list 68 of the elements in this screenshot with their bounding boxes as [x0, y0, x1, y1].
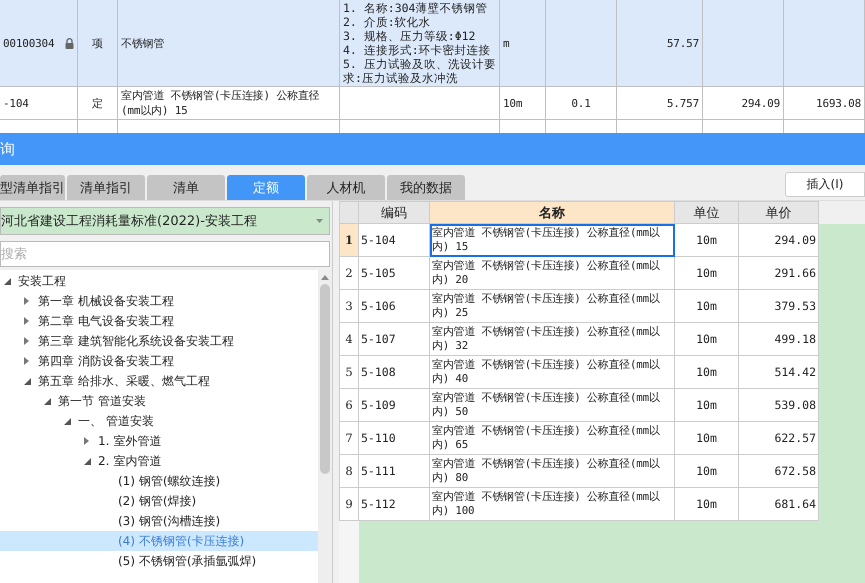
tab[interactable]: 我的数据	[387, 175, 465, 200]
column-header[interactable]: 名称	[430, 201, 675, 224]
row-number[interactable]: 6	[339, 389, 359, 422]
tree-item[interactable]: 第五章 给排水、采暖、燃气工程	[0, 371, 318, 391]
table-cell: 室内管道 不锈钢管(卡压连接) 公称直径(mm以内) 15	[430, 224, 675, 257]
tree-item[interactable]: (5) 不锈钢管(承插氩弧焊)	[0, 551, 318, 571]
column-header[interactable]: 编码	[359, 201, 430, 224]
row-number[interactable]: 8	[339, 455, 359, 488]
tree-item[interactable]: 第二章 电气设备安装工程	[0, 311, 318, 331]
table-cell: -104	[0, 87, 78, 120]
tree-item[interactable]: 第一章 机械设备安装工程	[0, 291, 318, 311]
table-cell: 1. 名称:304薄壁不锈钢管 2. 介质:软化水 3. 规格、压力等级:Φ12 4. 连接形式:环卡密封连接 5. 压力试验及吹、洗设计要求:压力试验及水冲洗	[340, 0, 500, 87]
scrollbar[interactable]	[318, 270, 332, 583]
tab[interactable]: 清单指引	[67, 175, 145, 200]
collapsed-arrow-icon[interactable]	[24, 357, 29, 365]
dropdown-caret-icon[interactable]	[316, 219, 323, 223]
row-number[interactable]: 2	[339, 257, 359, 290]
table-cell: 681.64	[739, 488, 819, 521]
tree-item[interactable]: (1) 钢管(螺纹连接)	[0, 471, 318, 491]
collapsed-arrow-icon[interactable]	[24, 297, 29, 305]
expanded-arrow-icon[interactable]	[4, 278, 11, 284]
table-cell: 5-112	[359, 488, 430, 521]
search-field[interactable]: 搜索	[0, 241, 330, 267]
row-number[interactable]: 9	[339, 488, 359, 521]
tree-item[interactable]: (3) 钢管(沟槽连接)	[0, 511, 318, 531]
table-cell: 1693.08	[784, 87, 865, 120]
table-cell: 57.57	[617, 0, 703, 87]
row-number[interactable]: 1	[339, 224, 359, 257]
collapsed-arrow-icon[interactable]	[24, 337, 29, 345]
expanded-arrow-icon[interactable]	[64, 418, 71, 424]
tree-item[interactable]: 1. 室外管道	[0, 431, 318, 451]
tree-item[interactable]: 2. 室内管道	[0, 451, 318, 471]
scroll-up-arrow-icon[interactable]	[321, 275, 329, 280]
table-cell: 5.757	[617, 87, 703, 120]
tree-item[interactable]: 第三章 建筑智能化系统设备安装工程	[0, 331, 318, 351]
row-number[interactable]: 7	[339, 422, 359, 455]
tab[interactable]: 清单	[147, 175, 225, 200]
tree-item[interactable]: 一、 管道安装	[0, 411, 318, 431]
expanded-arrow-icon[interactable]	[44, 398, 51, 404]
table-cell: 10m	[675, 488, 739, 521]
table-cell: 不锈钢管	[118, 0, 340, 87]
library-dropdown[interactable]: 河北省建设工程消耗量标准(2022)-安装工程	[0, 207, 330, 235]
dialog-title-bar: 询	[0, 133, 865, 165]
table-cell: 项	[78, 0, 118, 87]
column-header[interactable]: 单位	[675, 201, 739, 224]
row-number[interactable]: 3	[339, 290, 359, 323]
table-cell: 室内管道 不锈钢管(卡压连接) 公称直径(mm以内) 15	[118, 87, 340, 120]
table-cell: 定	[78, 87, 118, 120]
table-cell: m	[500, 0, 546, 87]
table-cell: 00100304	[0, 0, 78, 87]
collapsed-arrow-icon[interactable]	[84, 437, 89, 445]
tab[interactable]: 人材机	[307, 175, 385, 200]
tree-item[interactable]: (2) 钢管(焊接)	[0, 491, 318, 511]
expanded-arrow-icon[interactable]	[24, 378, 31, 384]
table-cell: 室内管道 不锈钢管(卡压连接) 公称直径(mm以内) 100	[430, 488, 675, 521]
table-cell: 10m	[500, 87, 546, 120]
table-cell: 294.09	[703, 87, 784, 120]
tree-item[interactable]: 安装工程	[0, 271, 318, 291]
table-cell: 0.1	[546, 87, 617, 120]
insert-button[interactable]: 插入(I)	[785, 172, 865, 197]
tab[interactable]: 型清单指引	[0, 175, 65, 200]
row-number[interactable]: 5	[339, 356, 359, 389]
tree-item[interactable]: 第四章 消防设备安装工程	[0, 351, 318, 371]
expanded-arrow-icon[interactable]	[84, 458, 91, 464]
tree-item[interactable]: 第一节 管道安装	[0, 391, 318, 411]
collapsed-arrow-icon[interactable]	[24, 317, 29, 325]
row-number[interactable]: 4	[339, 323, 359, 356]
column-header[interactable]: 单价	[739, 201, 819, 224]
